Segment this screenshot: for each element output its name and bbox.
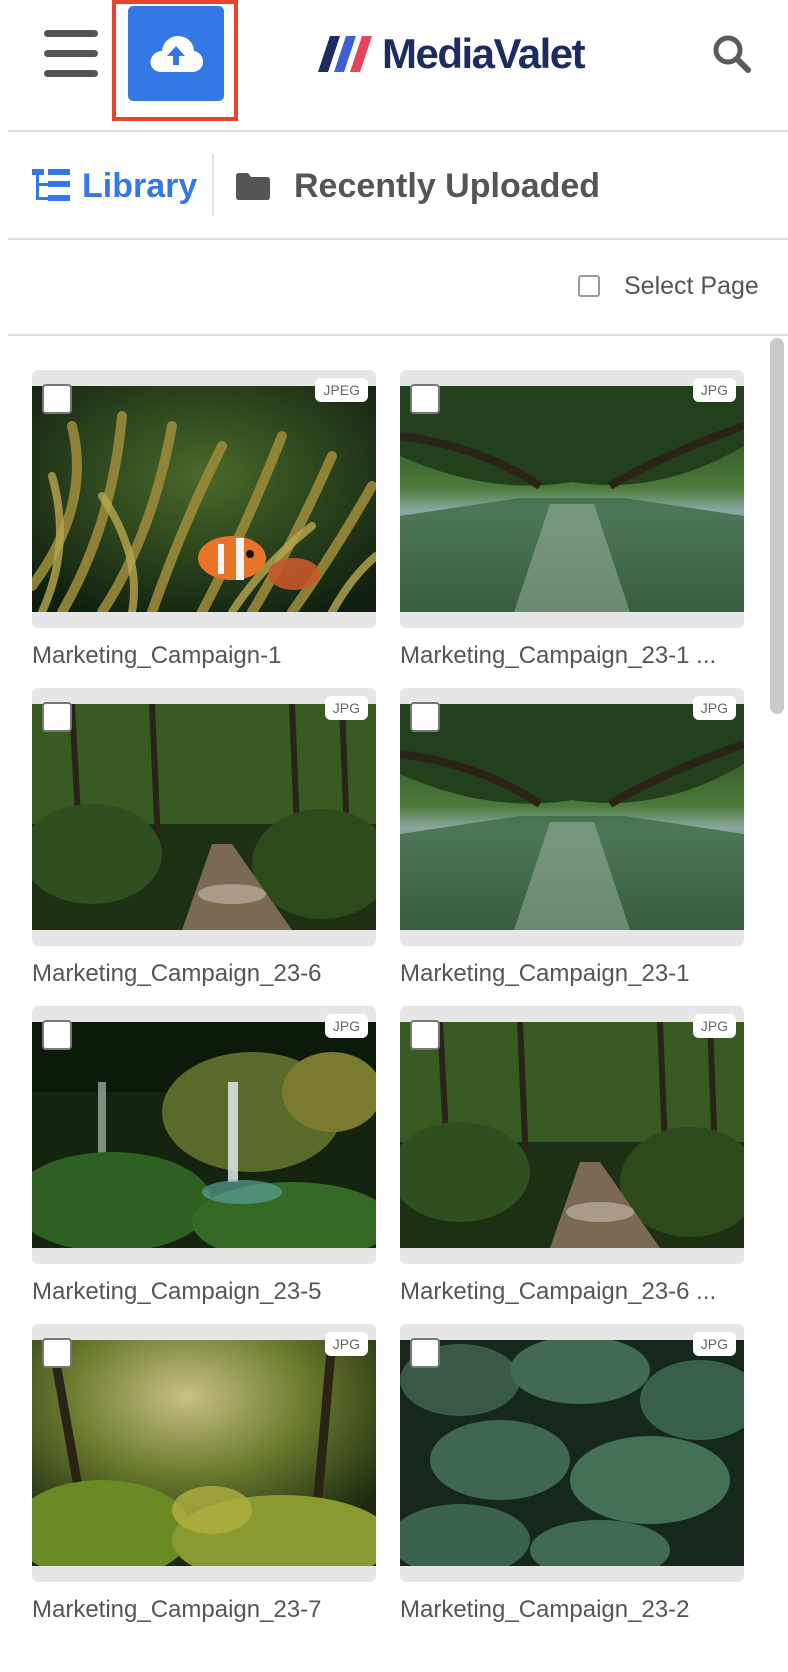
upload-button[interactable]	[128, 6, 224, 101]
asset-name[interactable]: Marketing_Campaign_23-6 ...	[400, 1278, 744, 1306]
asset-card[interactable]: JPG Marketing_Campaign_23-7	[32, 1324, 376, 1624]
file-type-badge: JPG	[692, 1014, 736, 1038]
asset-thumbnail-frame[interactable]: JPG	[32, 1324, 376, 1582]
asset-card[interactable]: JPG Marketing_Campaign_23-5	[32, 1006, 376, 1306]
tree-list-icon	[32, 169, 70, 201]
asset-thumbnail-frame[interactable]: JPG	[32, 688, 376, 946]
asset-name[interactable]: Marketing_Campaign-1	[32, 642, 376, 670]
asset-checkbox[interactable]	[410, 702, 440, 732]
asset-checkbox[interactable]	[410, 384, 440, 414]
asset-thumbnail	[400, 704, 744, 930]
file-type-badge: JPG	[324, 1014, 368, 1038]
asset-card[interactable]: JPG Marketing_Campaign_23-1	[400, 688, 744, 988]
cloud-upload-icon	[150, 35, 203, 72]
tab-recently-uploaded-label: Recently Uploaded	[294, 166, 601, 205]
asset-thumbnail-frame[interactable]: JPG	[400, 370, 744, 628]
asset-thumbnail-frame[interactable]: JPG	[400, 1324, 744, 1582]
file-type-badge: JPEG	[315, 378, 368, 402]
asset-card[interactable]: JPG Marketing_Campaign_23-2	[400, 1324, 744, 1624]
asset-checkbox[interactable]	[410, 1020, 440, 1050]
asset-card[interactable]: JPEG Marketing_Campaign-1	[32, 370, 376, 670]
asset-checkbox[interactable]	[42, 1338, 72, 1368]
scrollbar-thumb[interactable]	[770, 338, 784, 714]
asset-card[interactable]: JPG Marketing_Campaign_23-6 ...	[400, 1006, 744, 1306]
asset-thumbnail-frame[interactable]: JPG	[32, 1006, 376, 1264]
asset-checkbox[interactable]	[42, 384, 72, 414]
mediavalet-logo: MediaValet	[316, 28, 586, 80]
asset-thumbnail	[32, 1340, 376, 1566]
asset-name[interactable]: Marketing_Campaign_23-1 ...	[400, 642, 744, 670]
asset-name[interactable]: Marketing_Campaign_23-5	[32, 1278, 376, 1306]
asset-card[interactable]: JPG Marketing_Campaign_23-1 ...	[400, 370, 744, 670]
select-page-label: Select Page	[624, 271, 759, 300]
asset-name[interactable]: Marketing_Campaign_23-7	[32, 1596, 376, 1624]
file-type-badge: JPG	[692, 696, 736, 720]
top-app-bar: MediaValet	[0, 0, 788, 130]
select-page-checkbox[interactable]	[578, 275, 600, 297]
asset-thumbnail	[400, 1022, 744, 1248]
file-type-badge: JPG	[692, 378, 736, 402]
asset-thumbnail-frame[interactable]: JPEG	[32, 370, 376, 628]
folder-icon	[236, 173, 270, 200]
file-type-badge: JPG	[324, 696, 368, 720]
asset-name[interactable]: Marketing_Campaign_23-2	[400, 1596, 744, 1624]
asset-checkbox[interactable]	[42, 702, 72, 732]
asset-name[interactable]: Marketing_Campaign_23-1	[400, 960, 744, 988]
tab-library[interactable]: Library	[32, 158, 197, 214]
asset-card[interactable]: JPG Marketing_Campaign_23-6	[32, 688, 376, 988]
asset-thumbnail	[32, 386, 376, 612]
file-type-badge: JPG	[324, 1332, 368, 1356]
asset-thumbnail	[32, 704, 376, 930]
hamburger-menu-icon[interactable]	[44, 28, 100, 80]
asset-thumbnail	[32, 1022, 376, 1248]
asset-thumbnail	[400, 1340, 744, 1566]
file-type-badge: JPG	[692, 1332, 736, 1356]
asset-checkbox[interactable]	[42, 1020, 72, 1050]
mediavalet-mark-icon	[318, 36, 372, 72]
tab-library-label: Library	[82, 166, 198, 205]
asset-thumbnail-frame[interactable]: JPG	[400, 688, 744, 946]
asset-checkbox[interactable]	[410, 1338, 440, 1368]
asset-thumbnail	[400, 386, 744, 612]
search-icon[interactable]	[710, 32, 754, 76]
logo-text: MediaValet	[382, 30, 586, 77]
tab-separator	[212, 154, 214, 216]
asset-thumbnail-frame[interactable]: JPG	[400, 1006, 744, 1264]
select-page-control[interactable]: Select Page	[578, 268, 759, 304]
asset-name[interactable]: Marketing_Campaign_23-6	[32, 960, 376, 988]
tab-recently-uploaded[interactable]: Recently Uploaded	[236, 158, 600, 214]
tabs-divider	[8, 238, 788, 240]
tab-bar: Library Recently Uploaded	[0, 132, 788, 238]
asset-grid: JPEG Marketing_Campaign-1 JPG Marketing_…	[0, 336, 770, 1672]
